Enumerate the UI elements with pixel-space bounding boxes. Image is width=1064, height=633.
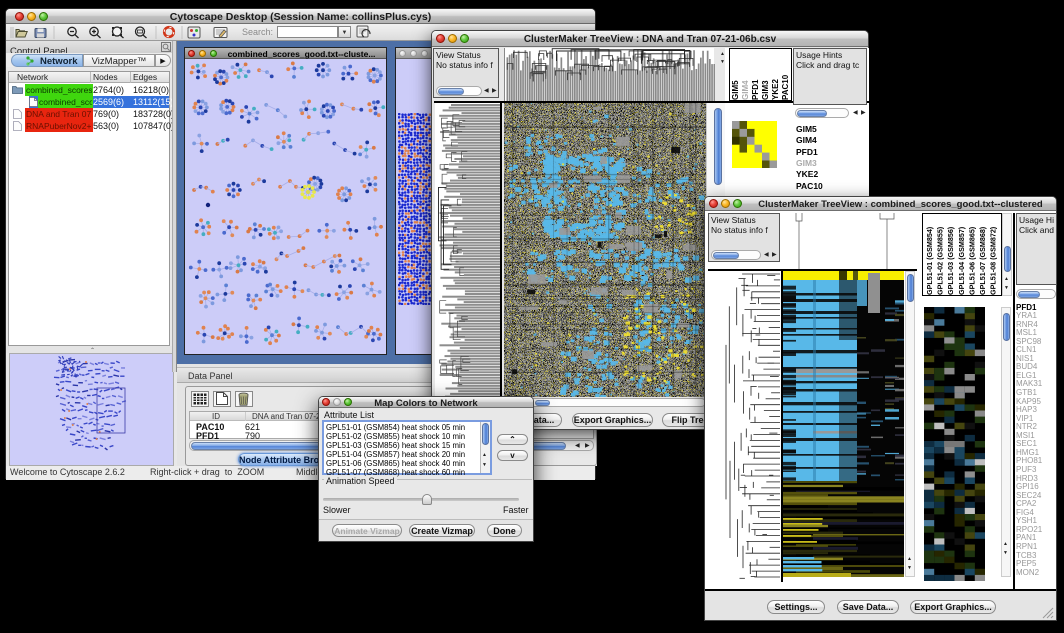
svg-text:YKE2: YKE2 — [771, 79, 780, 100]
svg-text:GPL51-06 (GSM865): GPL51-06 (GSM865) — [967, 226, 976, 295]
svg-text:GPL51-02 (GSM855): GPL51-02 (GSM855) — [936, 226, 945, 295]
svg-text:GIM3: GIM3 — [761, 80, 770, 100]
svg-text:GIM5: GIM5 — [731, 80, 740, 100]
svg-text:GPL51-03 (GSM856): GPL51-03 (GSM856) — [946, 226, 955, 295]
svg-text:GPL51-07 (GSM868): GPL51-07 (GSM868) — [978, 226, 987, 295]
svg-text:GPL51-08 (GSM872): GPL51-08 (GSM872) — [989, 226, 998, 295]
svg-text:PAC10: PAC10 — [781, 74, 790, 100]
svg-text:GPL51-01 (GSM854): GPL51-01 (GSM854) — [925, 226, 934, 295]
svg-text:GIM4: GIM4 — [741, 80, 750, 100]
svg-text:GPL51-04 (GSM857): GPL51-04 (GSM857) — [957, 226, 966, 295]
svg-text:PFD1: PFD1 — [751, 79, 760, 100]
